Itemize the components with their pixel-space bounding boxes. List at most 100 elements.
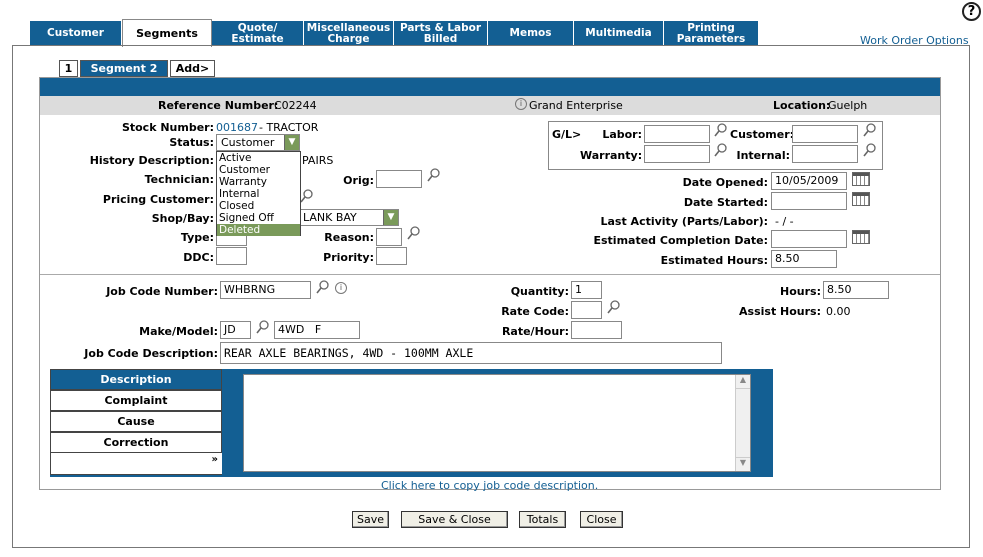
date-opened-input[interactable]: 10/05/2009 bbox=[771, 172, 847, 190]
calendar-icon[interactable] bbox=[852, 192, 870, 206]
calendar-icon[interactable] bbox=[852, 230, 870, 244]
tab-miscellaneous-charge[interactable]: Miscellaneous Charge bbox=[304, 21, 394, 46]
section-divider bbox=[40, 274, 940, 275]
status-option-warranty[interactable]: Warranty bbox=[217, 176, 300, 188]
search-icon[interactable] bbox=[316, 280, 330, 294]
status-option-closed[interactable]: Closed bbox=[217, 200, 300, 212]
reference-bar: Reference Number: C02244 i Grand Enterpr… bbox=[40, 96, 940, 115]
tab-segments[interactable]: Segments bbox=[122, 19, 212, 47]
reason-label: Reason: bbox=[324, 231, 374, 244]
labor-gl-input[interactable] bbox=[644, 125, 710, 143]
scroll-down-icon[interactable]: ▼ bbox=[736, 457, 750, 471]
internal-label: Internal: bbox=[736, 149, 791, 162]
search-icon[interactable] bbox=[256, 320, 270, 334]
job-code-number-input[interactable]: WHBRNG bbox=[220, 281, 311, 299]
hours-input[interactable]: 8.50 bbox=[823, 281, 889, 299]
description-tabs: Description Complaint Cause Correction » bbox=[50, 369, 222, 475]
tab-parts-labor-billed[interactable]: Parts & Labor Billed bbox=[394, 21, 488, 46]
rate-code-input[interactable] bbox=[571, 301, 602, 319]
warranty-label: Warranty: bbox=[580, 149, 643, 162]
tab-multimedia[interactable]: Multimedia bbox=[574, 21, 664, 46]
search-icon[interactable] bbox=[300, 189, 314, 203]
info-icon[interactable]: i bbox=[515, 98, 527, 110]
location-label: Location: bbox=[773, 99, 831, 112]
close-button[interactable]: Close bbox=[580, 511, 623, 528]
job-code-description-input[interactable]: REAR AXLE BEARINGS, 4WD - 100MM AXLE bbox=[220, 342, 722, 364]
job-code-description-label: Job Code Description: bbox=[84, 347, 218, 360]
save-close-button[interactable]: Save & Close bbox=[401, 511, 508, 528]
customer-gl-input[interactable] bbox=[792, 125, 858, 143]
tab-complaint[interactable]: Complaint bbox=[50, 390, 222, 411]
shop-bay-value: LANK BAY bbox=[303, 211, 357, 224]
segment-header-band bbox=[40, 78, 940, 96]
tab-cause[interactable]: Cause bbox=[50, 411, 222, 432]
tab-correction[interactable]: Correction bbox=[50, 432, 222, 453]
status-option-customer[interactable]: Customer bbox=[217, 164, 300, 176]
model-input[interactable]: 4WD F bbox=[274, 321, 360, 339]
search-icon[interactable] bbox=[607, 300, 621, 314]
date-started-input[interactable] bbox=[771, 192, 847, 210]
pricing-customer-label: Pricing Customer: bbox=[102, 193, 214, 206]
orig-input[interactable] bbox=[376, 170, 422, 188]
chevron-down-icon[interactable]: ▼ bbox=[284, 135, 299, 150]
make-model-label: Make/Model: bbox=[139, 325, 218, 338]
status-option-internal[interactable]: Internal bbox=[217, 188, 300, 200]
save-button[interactable]: Save bbox=[352, 511, 389, 528]
quantity-input[interactable]: 1 bbox=[571, 281, 602, 299]
ddc-input[interactable] bbox=[216, 247, 247, 265]
priority-input[interactable] bbox=[376, 247, 407, 265]
warranty-gl-input[interactable] bbox=[644, 145, 710, 163]
estimated-completion-label: Estimated Completion Date: bbox=[593, 234, 768, 247]
tab-customer[interactable]: Customer bbox=[30, 21, 122, 46]
location-value: Guelph bbox=[828, 99, 868, 112]
ddc-label: DDC: bbox=[183, 251, 214, 264]
chevron-down-icon[interactable]: ▼ bbox=[383, 210, 398, 225]
segment-tab-1[interactable]: 1 bbox=[59, 60, 78, 77]
expand-icon[interactable]: » bbox=[50, 453, 222, 475]
status-value: Customer bbox=[221, 136, 275, 149]
info-icon[interactable]: i bbox=[335, 282, 347, 294]
totals-button[interactable]: Totals bbox=[519, 511, 566, 528]
status-select[interactable]: Customer ▼ bbox=[216, 134, 300, 151]
tab-quote-estimate[interactable]: Quote/ Estimate bbox=[212, 21, 304, 46]
copy-description-link[interactable]: Click here to copy job code description. bbox=[381, 479, 598, 492]
internal-gl-input[interactable] bbox=[792, 145, 858, 163]
status-option-signed-off[interactable]: Signed Off bbox=[217, 212, 300, 224]
tab-description[interactable]: Description bbox=[50, 369, 222, 390]
search-icon[interactable] bbox=[427, 168, 441, 182]
stock-number-link[interactable]: 001687 bbox=[216, 121, 258, 134]
assist-hours-label: Assist Hours: bbox=[739, 305, 821, 318]
reason-input[interactable] bbox=[376, 228, 402, 246]
gl-label: G/L> bbox=[552, 128, 582, 141]
date-opened-label: Date Opened: bbox=[682, 176, 768, 189]
estimated-hours-input[interactable]: 8.50 bbox=[771, 250, 837, 268]
make-input[interactable]: JD bbox=[220, 321, 251, 339]
history-description-value: PAIRS bbox=[302, 154, 334, 167]
status-option-deleted[interactable]: Deleted bbox=[217, 224, 300, 236]
description-textarea[interactable]: ▲ ▼ bbox=[243, 374, 751, 472]
search-icon[interactable] bbox=[714, 123, 728, 137]
customer-gl-label: Customer: bbox=[730, 128, 795, 141]
history-description-label: History Description: bbox=[89, 154, 214, 167]
calendar-icon[interactable] bbox=[852, 172, 870, 186]
textarea-scrollbar[interactable]: ▲ ▼ bbox=[735, 375, 750, 471]
segment-tab-2[interactable]: Segment 2 bbox=[80, 60, 168, 77]
reference-label: Reference Number: bbox=[158, 99, 279, 112]
assist-hours-value: 0.00 bbox=[826, 305, 851, 318]
scroll-up-icon[interactable]: ▲ bbox=[736, 375, 750, 389]
orig-label: Orig: bbox=[343, 174, 374, 187]
search-icon[interactable] bbox=[714, 143, 728, 157]
last-activity-label: Last Activity (Parts/Labor): bbox=[600, 215, 768, 228]
search-icon[interactable] bbox=[407, 226, 421, 240]
help-icon[interactable]: ? bbox=[962, 2, 981, 21]
tab-printing-parameters[interactable]: Printing Parameters bbox=[664, 21, 759, 46]
search-icon[interactable] bbox=[863, 143, 877, 157]
search-icon[interactable] bbox=[863, 123, 877, 137]
status-option-active[interactable]: Active bbox=[217, 152, 300, 164]
add-segment-tab[interactable]: Add> bbox=[170, 60, 215, 77]
rate-hour-input[interactable] bbox=[571, 321, 622, 339]
tab-memos[interactable]: Memos bbox=[488, 21, 574, 46]
priority-label: Priority: bbox=[323, 251, 374, 264]
estimated-completion-input[interactable] bbox=[771, 230, 847, 248]
hours-label: Hours: bbox=[780, 285, 821, 298]
